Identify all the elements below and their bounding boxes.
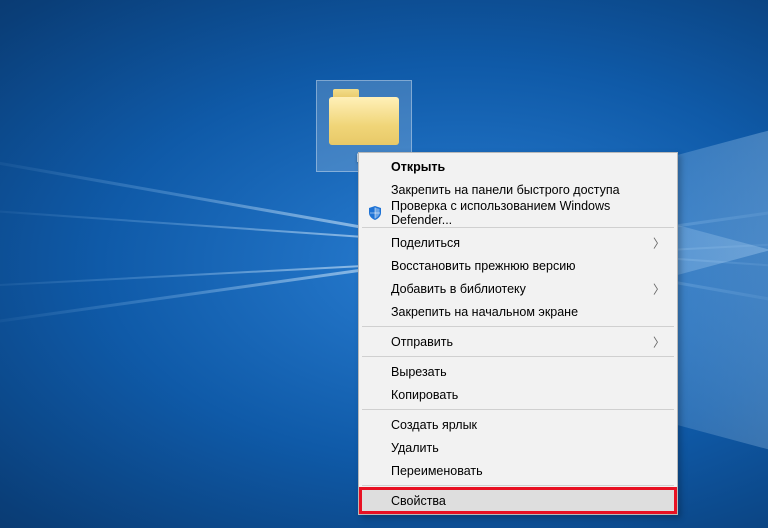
menu-item-label: Поделиться [391,236,460,250]
menu-item-label: Добавить в библиотеку [391,282,526,296]
menu-item-label: Проверка с использованием Windows Defend… [391,199,647,227]
menu-separator [362,227,674,228]
context-menu: Открыть Закрепить на панели быстрого дос… [358,152,678,515]
menu-share[interactable]: Поделиться 〉 [361,231,675,254]
menu-properties[interactable]: Свойства [361,489,675,512]
shield-icon [367,205,383,221]
menu-separator [362,326,674,327]
menu-defender-scan[interactable]: Проверка с использованием Windows Defend… [361,201,675,224]
menu-item-label: Отправить [391,335,453,349]
menu-separator [362,485,674,486]
menu-cut[interactable]: Вырезать [361,360,675,383]
menu-item-label: Свойства [391,494,446,508]
menu-send-to[interactable]: Отправить 〉 [361,330,675,353]
chevron-right-icon: 〉 [653,234,665,251]
chevron-right-icon: 〉 [653,333,665,350]
menu-item-label: Копировать [391,388,458,402]
menu-rename[interactable]: Переименовать [361,459,675,482]
chevron-right-icon: 〉 [653,280,665,297]
menu-add-to-library[interactable]: Добавить в библиотеку 〉 [361,277,675,300]
menu-copy[interactable]: Копировать [361,383,675,406]
menu-item-label: Восстановить прежнюю версию [391,259,576,273]
menu-item-label: Открыть [391,160,445,174]
menu-delete[interactable]: Удалить [361,436,675,459]
menu-separator [362,356,674,357]
menu-item-label: Закрепить на начальном экране [391,305,578,319]
menu-separator [362,409,674,410]
menu-item-label: Вырезать [391,365,447,379]
menu-create-shortcut[interactable]: Создать ярлык [361,413,675,436]
menu-item-label: Закрепить на панели быстрого доступа [391,183,620,197]
menu-item-label: Создать ярлык [391,418,477,432]
desktop[interactable]: Но Открыть Закрепить на панели быстрого … [0,0,768,528]
menu-open[interactable]: Открыть [361,155,675,178]
folder-icon [329,89,399,145]
menu-item-label: Удалить [391,441,439,455]
menu-item-label: Переименовать [391,464,483,478]
menu-pin-to-start[interactable]: Закрепить на начальном экране [361,300,675,323]
menu-restore-previous[interactable]: Восстановить прежнюю версию [361,254,675,277]
